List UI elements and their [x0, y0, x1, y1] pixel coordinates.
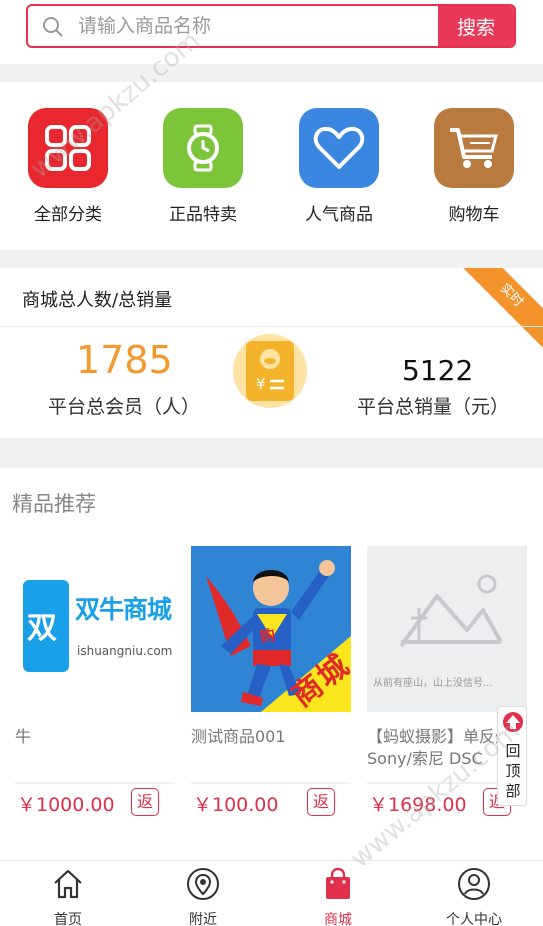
category-label: 购物车 — [448, 205, 500, 225]
realtime-badge: 实时 — [458, 268, 543, 349]
product-name: 牛 — [15, 727, 32, 746]
grid-icon — [28, 108, 108, 188]
sales-label: 平台总销量（元） — [357, 396, 510, 418]
stats-panel: 商城总人数/总销量 实时 1785 平台总会员（人） ¥ 5122 平台总销量（… — [0, 268, 543, 438]
bottom-nav: 首页 附近 商城 个人中心 — [0, 860, 543, 926]
product-card[interactable]: 双 双牛商城 ishuangniu.com 牛 ￥1000.00 返 — [15, 546, 175, 824]
arrow-up-icon — [503, 712, 523, 732]
coin-card-icon: ¥ — [233, 334, 307, 408]
location-icon — [187, 868, 219, 900]
svg-text:双: 双 — [27, 611, 57, 646]
category-cart[interactable]: 购物车 — [419, 108, 529, 225]
product-price: ￥1000.00 — [17, 794, 115, 816]
rebate-badge: 返 — [131, 788, 159, 816]
search-bar: 搜索 — [0, 0, 543, 64]
svg-text:¥: ¥ — [256, 375, 266, 393]
category-popular[interactable]: 人气商品 — [284, 108, 394, 225]
back-to-top-label: 回顶部 — [505, 742, 521, 800]
home-icon — [54, 869, 82, 899]
product-image-brand: 双牛商城 — [75, 595, 172, 624]
price-row: ￥100.00 返 — [191, 784, 351, 824]
category-all[interactable]: 全部分类 — [13, 108, 123, 225]
nav-label: 商城 — [324, 912, 352, 926]
nav-home[interactable]: 首页 — [18, 867, 118, 926]
product-image-domain: ishuangniu.com — [77, 644, 173, 658]
back-to-top-button[interactable]: 回顶部 — [497, 706, 527, 806]
product-card[interactable]: 购 商城 测试商品001 ￥100.00 返 — [191, 546, 351, 824]
stats-title: 商城总人数/总销量 — [22, 290, 173, 311]
recommend-section: 精品推荐 双 双牛商城 ishuangniu.com 牛 ￥1000.00 返 — [0, 468, 543, 860]
user-icon — [458, 868, 490, 900]
product-image: 双 双牛商城 ishuangniu.com — [15, 546, 175, 712]
product-price: ￥100.00 — [193, 794, 279, 816]
nav-label: 附近 — [189, 912, 217, 926]
category-label: 人气商品 — [305, 205, 373, 225]
recommend-title: 精品推荐 — [12, 492, 96, 516]
shopping-bag-icon — [326, 867, 350, 899]
members-label: 平台总会员（人） — [48, 396, 201, 418]
nav-label: 首页 — [54, 912, 82, 926]
nav-nearby[interactable]: 附近 — [153, 867, 253, 926]
price-row: ￥1000.00 返 — [15, 784, 175, 824]
sales-count: 5122 — [402, 354, 474, 387]
category-row: 全部分类 正品特卖 人气商品 购物车 — [0, 82, 543, 250]
search-button[interactable]: 搜索 — [438, 6, 514, 46]
search-box: 搜索 — [26, 4, 516, 48]
product-image: 购 商城 — [191, 546, 351, 712]
nav-profile[interactable]: 个人中心 — [424, 867, 524, 926]
category-label: 正品特卖 — [169, 205, 237, 225]
product-image: 从前有座山，山上没信号... — [367, 546, 527, 712]
search-icon — [43, 17, 63, 37]
watch-icon — [163, 108, 243, 188]
search-input[interactable] — [78, 6, 438, 46]
image-placeholder-caption: 从前有座山，山上没信号... — [373, 678, 493, 689]
members-count: 1785 — [76, 338, 173, 382]
nav-label: 个人中心 — [446, 912, 502, 926]
nav-mall[interactable]: 商城 — [288, 867, 388, 926]
cart-icon — [434, 108, 514, 188]
heart-icon — [299, 108, 379, 188]
category-genuine[interactable]: 正品特卖 — [148, 108, 258, 225]
product-name: 测试商品001 — [191, 727, 286, 746]
rebate-badge: 返 — [307, 788, 335, 816]
product-price: ￥1698.00 — [369, 794, 467, 816]
category-label: 全部分类 — [34, 205, 102, 225]
divider — [0, 326, 543, 327]
